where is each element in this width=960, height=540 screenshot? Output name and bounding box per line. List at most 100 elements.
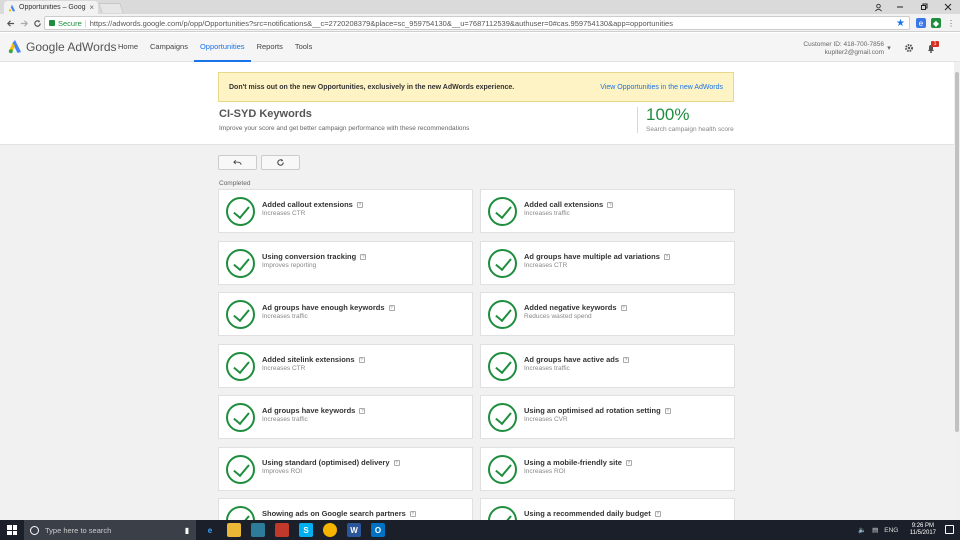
opportunity-benefit: Increases traffic	[524, 364, 570, 372]
url-text: https://adwords.google.com/p/opp/Opportu…	[89, 18, 673, 28]
opportunity-title-text: Ad groups have multiple ad variations	[524, 251, 660, 261]
extension-green-icon[interactable]: ◆	[931, 18, 941, 28]
restore-icon[interactable]	[912, 0, 936, 14]
skype-icon[interactable]: S	[299, 523, 313, 537]
word-icon[interactable]: W	[347, 523, 361, 537]
taskbar-search[interactable]: Type here to search	[24, 520, 196, 540]
nav-campaigns[interactable]: Campaigns	[144, 33, 194, 62]
browser-tab[interactable]: Opportunities – Google × ×	[4, 1, 98, 14]
checkmark-icon	[226, 300, 255, 329]
undo-button[interactable]	[218, 155, 257, 170]
profile-icon[interactable]	[866, 0, 890, 14]
address-bar[interactable]: Secure | https://adwords.google.com/p/op…	[44, 16, 910, 30]
nav-reports[interactable]: Reports	[251, 33, 289, 62]
opportunity-card[interactable]: Using an optimised ad rotation setting? I…	[480, 395, 735, 439]
logo-text: Google AdWords	[26, 39, 117, 54]
account-dropdown-icon[interactable]: ▾	[884, 43, 894, 53]
cortana-icon	[30, 525, 39, 535]
help-icon[interactable]: ?	[607, 202, 614, 208]
tab-close-icon[interactable]: ×	[89, 3, 94, 12]
microphone-icon[interactable]: ▮	[180, 523, 194, 537]
help-icon[interactable]: ?	[358, 356, 365, 363]
nav-opportunities[interactable]: Opportunities	[193, 33, 251, 62]
opportunity-benefit: Reduces wasted spend	[524, 313, 592, 320]
reload-icon[interactable]	[31, 17, 43, 29]
opportunity-card[interactable]: Using standard (optimised) delivery? Impr…	[218, 446, 473, 491]
opportunity-card[interactable]: Ad groups have active ads? Increases traf…	[480, 343, 735, 388]
help-icon[interactable]: ?	[360, 253, 367, 260]
windows-start-icon[interactable]	[7, 525, 17, 535]
notification-badge: 1	[931, 41, 939, 47]
browser-tabstrip: Opportunities – Google × ×	[0, 0, 960, 14]
help-icon[interactable]: ?	[388, 305, 395, 311]
adwords-logo-icon	[8, 40, 21, 54]
opportunity-title-text: Ad groups have active ads	[524, 354, 620, 364]
refresh-icon	[277, 158, 284, 166]
opportunity-card[interactable]: Using conversion tracking? Improves repor…	[218, 240, 473, 285]
opportunity-card[interactable]: Using a recommended daily budget?	[480, 498, 735, 520]
help-icon[interactable]: ?	[664, 408, 671, 414]
opportunity-card[interactable]: Ad groups have keywords? Increases traffi…	[218, 395, 473, 439]
menu-dots-icon[interactable]: ⋮	[946, 18, 956, 28]
opportunity-title-text: Added sitelink extensions	[262, 354, 355, 364]
help-icon[interactable]: ?	[356, 202, 363, 208]
bookmark-star-icon[interactable]: ★	[896, 18, 905, 29]
extension-icon[interactable]: e	[916, 18, 926, 28]
new-tab-button[interactable]	[98, 3, 124, 13]
help-icon[interactable]: ?	[663, 253, 670, 260]
opportunity-benefit: Increases ROI	[524, 467, 566, 475]
opportunity-card[interactable]: Ad groups have multiple ad variations? In…	[480, 240, 735, 285]
back-icon[interactable]	[4, 17, 16, 29]
app-icon[interactable]	[275, 523, 289, 537]
settings-gear-icon[interactable]	[904, 43, 914, 53]
taskbar-clock[interactable]: 9:26 PM 11/5/2017	[910, 523, 936, 537]
customer-info[interactable]: Customer ID: 418-700-7856 kupiter2@gmail…	[803, 41, 884, 57]
opportunity-title: Using a recommended daily budget?	[524, 509, 661, 518]
account-title: CI-SYD Keywords	[219, 108, 312, 120]
nav-home[interactable]: Home	[112, 33, 144, 62]
opportunity-title: Showing ads on Google search partners?	[262, 509, 416, 518]
language-indicator[interactable]: ENG	[884, 527, 898, 534]
help-icon[interactable]: ?	[620, 305, 627, 311]
adwords-logo[interactable]: Google AdWords	[8, 39, 117, 54]
network-icon[interactable]: ▤	[872, 526, 878, 534]
opportunity-card[interactable]: Using a mobile-friendly site? Increases R…	[480, 446, 735, 491]
refresh-button[interactable]	[261, 155, 300, 170]
windows-taskbar: Type here to search ▮ e S W O 🔈 ▤ ENG 9:…	[0, 520, 960, 540]
opportunity-title-text: Using a recommended daily budget	[524, 509, 651, 518]
checkmark-icon	[226, 403, 255, 432]
help-icon[interactable]: ?	[359, 408, 366, 414]
opportunity-title-text: Using a mobile-friendly site	[524, 457, 622, 467]
edge-icon[interactable]: e	[203, 523, 217, 537]
checkmark-icon	[488, 403, 517, 432]
file-explorer-icon[interactable]	[227, 523, 241, 537]
opportunity-card[interactable]: Ad groups have enough keywords? Increases…	[218, 292, 473, 336]
taskbar-search-placeholder: Type here to search	[45, 525, 112, 535]
store-icon[interactable]	[251, 523, 265, 537]
opportunity-title: Ad groups have keywords?	[262, 406, 366, 415]
minimize-icon[interactable]	[888, 0, 912, 14]
help-icon[interactable]: ?	[393, 459, 400, 466]
opportunity-card[interactable]: Added negative keywords? Reduces wasted s…	[480, 292, 735, 336]
help-icon[interactable]: ?	[623, 356, 630, 363]
page-scrollbar[interactable]	[954, 62, 960, 520]
help-icon[interactable]: ?	[654, 511, 661, 517]
chrome-icon[interactable]	[323, 523, 337, 537]
opportunity-card[interactable]: Added call extensions? Increases traffic	[480, 189, 735, 233]
close-window-icon[interactable]	[936, 0, 960, 14]
action-center-icon[interactable]	[945, 525, 954, 534]
nav-tools[interactable]: Tools	[289, 33, 319, 62]
help-icon[interactable]: ?	[625, 459, 632, 466]
opportunity-title-text: Using an optimised ad rotation setting	[524, 406, 661, 415]
scrollbar-thumb[interactable]	[955, 72, 959, 432]
help-icon[interactable]: ?	[409, 511, 416, 517]
customer-email: kupiter2@gmail.com	[824, 49, 884, 56]
forward-icon[interactable]	[18, 17, 30, 29]
opportunity-card[interactable]: Added sitelink extensions? Increases CTR	[218, 343, 473, 388]
volume-icon[interactable]: 🔈	[858, 526, 866, 534]
outlook-icon[interactable]: O	[371, 523, 385, 537]
view-new-adwords-link[interactable]: View Opportunities in the new AdWords	[600, 84, 723, 91]
opportunity-card[interactable]: Showing ads on Google search partners?	[218, 498, 473, 520]
account-subtitle: Improve your score and get better campai…	[219, 125, 470, 132]
opportunity-card[interactable]: Added callout extensions? Increases CTR	[218, 189, 473, 233]
